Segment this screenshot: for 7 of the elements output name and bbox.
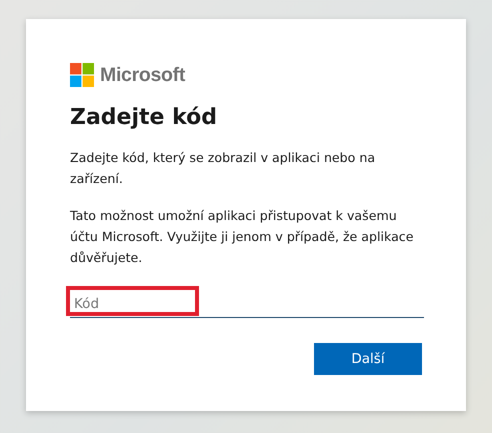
logo-text: Microsoft — [100, 64, 186, 86]
next-button[interactable]: Další — [314, 343, 422, 375]
code-input-field[interactable]: Kód — [70, 288, 424, 318]
page-title: Zadejte kód — [70, 104, 218, 132]
logo-icon — [70, 63, 94, 87]
instruction-text: Zadejte kód, který se zobrazil v aplikaci nebo na zařízení. — [70, 149, 376, 188]
instruction-text: Tato možnost umožní aplikaci přistupovat k vašemu účtu Microsoft. Využijte ji jenom v případě, že aplikace důvěřujete. — [70, 207, 414, 267]
